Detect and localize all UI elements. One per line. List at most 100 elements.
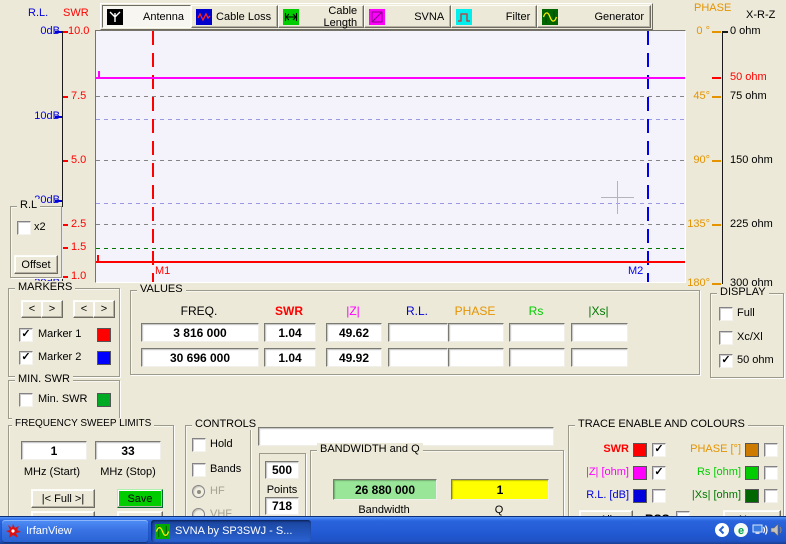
phase-tick-label: 0 ° <box>672 25 710 37</box>
points-label: Points <box>260 484 304 496</box>
svna-button[interactable]: SVNA <box>364 5 451 28</box>
m2-swr-value[interactable]: 1.04 <box>264 348 316 367</box>
toolbar: Antenna Cable Loss Cable Length SVNA Fil… <box>100 3 653 30</box>
display-xcxl-checkbox[interactable] <box>719 331 733 345</box>
antivirus-tray-icon[interactable]: e <box>733 522 749 538</box>
display-full-checkbox[interactable] <box>719 307 733 321</box>
trace-swr-label: SWR <box>571 443 629 455</box>
bandwidth-value[interactable]: 26 880 000 <box>333 479 437 500</box>
svna-app-icon <box>155 524 170 539</box>
marker2-line[interactable] <box>647 31 649 282</box>
rl-x2-checkbox[interactable] <box>17 221 31 235</box>
m1-xs-value[interactable] <box>571 323 628 342</box>
taskbar-irfanview-label: IrfanView <box>26 525 72 537</box>
swr-tick-label: 7.5 <box>71 90 86 102</box>
hf-radio[interactable] <box>192 485 205 498</box>
swr-trace-start-blip <box>97 255 99 262</box>
swr-tick-label: 1.5 <box>71 241 86 253</box>
bands-checkbox[interactable] <box>192 463 206 477</box>
display-50ohm-checkbox[interactable] <box>719 354 733 368</box>
rl-db-tick <box>55 31 62 33</box>
marker2-checkbox[interactable] <box>19 351 33 365</box>
min-swr-color-swatch[interactable] <box>97 393 111 407</box>
trace-rl-checkbox[interactable] <box>652 489 666 503</box>
marker1-color-swatch[interactable] <box>97 328 111 342</box>
save-button[interactable]: Save <box>117 489 163 508</box>
marker2-next-button[interactable]: > <box>93 300 115 318</box>
sweep-start-label: MHz (Start) <box>13 466 91 478</box>
antenna-button[interactable]: Antenna <box>102 5 191 28</box>
gridline-rl-10db <box>96 119 685 120</box>
trace-phase-swatch[interactable] <box>745 443 759 457</box>
m1-rs-value[interactable] <box>509 323 565 342</box>
q-value[interactable]: 1 <box>451 479 549 500</box>
marker1-line[interactable] <box>152 31 154 282</box>
points-bottom-input[interactable]: 718 <box>265 497 299 515</box>
m1-freq-value[interactable]: 3 816 000 <box>141 323 259 342</box>
generator-button[interactable]: Generator <box>537 5 651 28</box>
m2-rl-value[interactable] <box>388 348 448 367</box>
marker2-prev-button[interactable]: < <box>73 300 95 318</box>
trace-z-swatch[interactable] <box>633 466 647 480</box>
offset-button[interactable]: Offset <box>14 255 58 274</box>
volume-tray-icon[interactable] <box>769 522 785 538</box>
trace-rl-swatch[interactable] <box>633 489 647 503</box>
marker1-checkbox[interactable] <box>19 328 33 342</box>
m1-swr-value[interactable]: 1.04 <box>264 323 316 342</box>
trace-z-checkbox[interactable] <box>652 466 666 480</box>
hold-label: Hold <box>210 438 233 450</box>
rl-offset-group-title: R.L <box>17 199 40 211</box>
m2-z-value[interactable]: 49.92 <box>326 348 382 367</box>
marker2-color-swatch[interactable] <box>97 351 111 365</box>
svg-text:e: e <box>738 525 744 537</box>
trace-rs-swatch[interactable] <box>745 466 759 480</box>
m2-xs-value[interactable] <box>571 348 628 367</box>
m2-freq-value[interactable]: 30 696 000 <box>141 348 259 367</box>
chart-area[interactable]: M1 M2 <box>95 30 686 283</box>
taskbar-irfanview-button[interactable]: IrfanView <box>2 520 148 542</box>
points-top-input[interactable]: 500 <box>265 461 299 479</box>
sweep-stop-input[interactable]: 33 <box>95 441 161 460</box>
m1-phase-value[interactable] <box>448 323 504 342</box>
swr-tick-label: 2.5 <box>71 218 86 230</box>
filter-button[interactable]: Filter <box>451 5 537 28</box>
marker1-next-button[interactable]: > <box>41 300 63 318</box>
cable-length-icon <box>283 9 299 25</box>
marker2-label: M2 <box>628 265 643 277</box>
min-swr-checkbox[interactable] <box>19 393 33 407</box>
trace-rs-checkbox[interactable] <box>764 466 778 480</box>
gridline-swr-5.0 <box>96 160 685 161</box>
network-tray-icon[interactable] <box>752 522 768 538</box>
ohm-50-tick-label: 50 ohm <box>730 71 767 83</box>
trace-xs-checkbox[interactable] <box>764 489 778 503</box>
rl-x2-label: x2 <box>34 221 46 233</box>
full-sweep-button[interactable]: |< Full >| <box>31 489 95 508</box>
m2-rs-value[interactable] <box>509 348 565 367</box>
marker1-prev-button[interactable]: < <box>21 300 43 318</box>
cable-loss-button[interactable]: Cable Loss <box>191 5 278 28</box>
rl-axis-title: R.L. <box>28 7 48 19</box>
trace-phase-checkbox[interactable] <box>764 443 778 457</box>
trace-swr-checkbox[interactable] <box>652 443 666 457</box>
phase-tick-label: 90° <box>672 154 710 166</box>
m2-phase-value[interactable] <box>448 348 504 367</box>
values-header-swr: SWR <box>264 304 314 318</box>
m1-z-value[interactable]: 49.62 <box>326 323 382 342</box>
m1-rl-value[interactable] <box>388 323 448 342</box>
right-axis-line <box>722 31 723 284</box>
values-group: VALUES FREQ. SWR |Z| R.L. PHASE Rs |Xs| … <box>130 290 700 375</box>
phase-tick-label: 180° <box>672 277 710 289</box>
trace-xs-swatch[interactable] <box>745 489 759 503</box>
ohm-tick-label: 150 ohm <box>730 154 773 166</box>
z-trace <box>96 77 685 79</box>
swr-tick <box>63 247 68 249</box>
svna-button-label: SVNA <box>388 11 450 23</box>
controls-group-title: CONTROLS <box>192 418 259 430</box>
hide-tray-icons-button[interactable] <box>714 522 730 538</box>
sweep-start-input[interactable]: 1 <box>21 441 87 460</box>
hold-checkbox[interactable] <box>192 438 206 452</box>
cable-length-button[interactable]: Cable Length <box>278 5 364 28</box>
taskbar-svna-button[interactable]: SVNA by SP3SWJ - S... <box>151 520 311 542</box>
values-header-rs: Rs <box>509 304 563 318</box>
trace-swr-swatch[interactable] <box>633 443 647 457</box>
